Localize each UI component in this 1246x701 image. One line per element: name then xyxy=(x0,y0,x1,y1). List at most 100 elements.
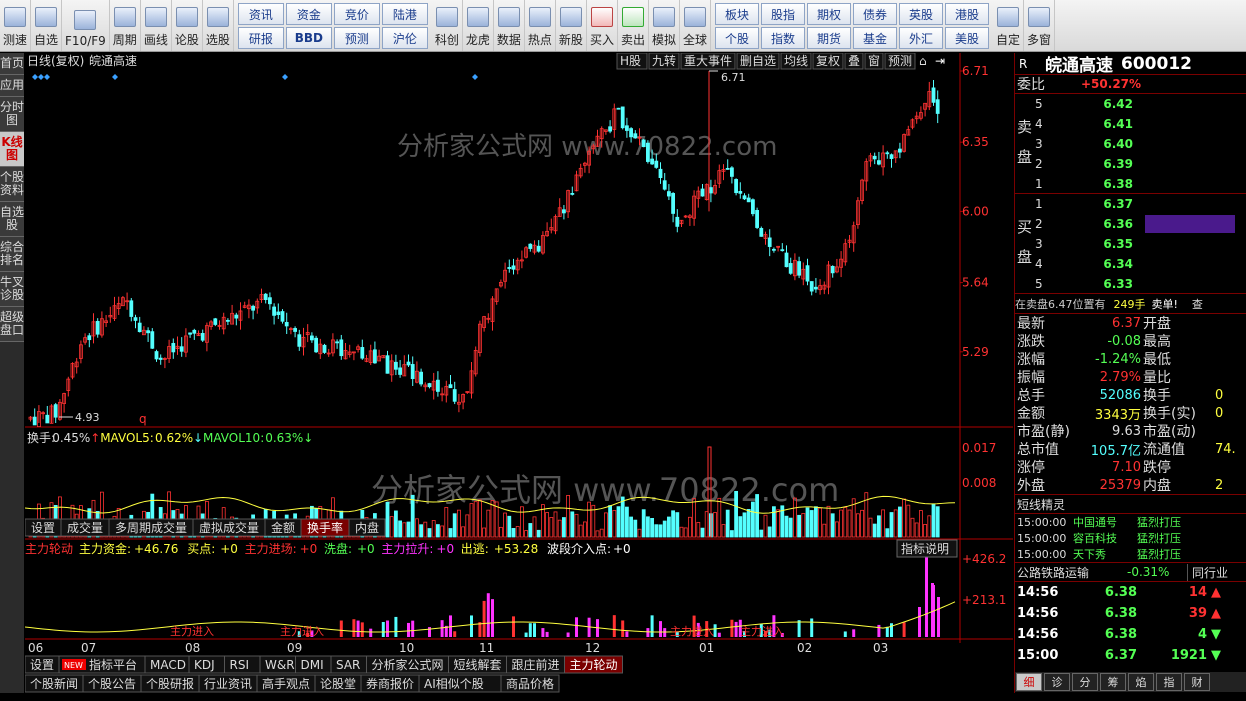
home-icon[interactable]: ⌂ xyxy=(919,54,927,68)
document-button[interactable]: F10/F9 xyxy=(62,0,110,51)
sell-level-row[interactable]: 1 6.38 xyxy=(1035,174,1246,194)
kline-chart-area[interactable]: 日线(复权) 皖通高速 H股 九转 重大事件 删自选 均线 复权叠窗预测 ⌂ ⇥ 6.71 6.35 6… xyxy=(24,52,1013,693)
info-grid-button[interactable]: 竞价 xyxy=(333,3,380,25)
sell-level-row[interactable]: 2 6.39 xyxy=(1035,154,1246,174)
left-tab-4[interactable]: 个股资料 xyxy=(0,167,24,202)
chart-menu-label: 均线 xyxy=(784,54,808,68)
candle-body xyxy=(755,210,759,228)
indicator-bar xyxy=(360,622,364,637)
chart-menu-label: H股 xyxy=(620,54,641,68)
market-grid-button[interactable]: 债券 xyxy=(853,3,897,25)
info-grid-button[interactable]: 资金 xyxy=(285,3,332,25)
low-price-label: 4.93 xyxy=(75,411,100,424)
candle-body xyxy=(641,139,646,148)
multi-window-button[interactable]: 多窗 xyxy=(1024,0,1056,51)
short-spirit-item[interactable]: 15:00:00 中国通号 猛烈打压 xyxy=(1015,514,1246,530)
indicator-bar xyxy=(650,615,654,637)
left-tab-6[interactable]: 综合排名 xyxy=(0,237,24,272)
indicator-bar xyxy=(486,593,490,637)
candle-body xyxy=(646,142,650,162)
news-tab-label: 个股研报 xyxy=(146,676,194,691)
left-tab-8[interactable]: 超级盘口 xyxy=(0,307,24,342)
speed-test-button[interactable]: 测速 xyxy=(0,0,32,51)
sell-button[interactable]: 卖出 xyxy=(618,0,649,51)
market-grid-button[interactable]: 期权 xyxy=(807,3,851,25)
same-industry-button[interactable]: 同行业 xyxy=(1187,563,1228,581)
left-tab-3[interactable]: K线图 xyxy=(0,132,24,167)
vol-tab-label: 成交量 xyxy=(67,520,103,535)
info-grid-button[interactable]: BBD xyxy=(285,27,332,49)
market-grid-button[interactable]: 港股 xyxy=(945,3,989,25)
pe-data-button[interactable]: 数据 xyxy=(494,0,525,51)
volume-bar xyxy=(751,501,755,538)
ipo-button[interactable]: 新股 xyxy=(556,0,587,51)
dragon-tiger-button[interactable]: 龙虎 xyxy=(463,0,494,51)
market-button-grid: 板块 股指 期权 债券 英股 港股个股 指数 期货 基金 外汇 美股 xyxy=(711,0,993,51)
indicator-bar xyxy=(528,623,532,637)
quote-tab-3[interactable]: 筹 xyxy=(1100,673,1126,691)
stat-value-2: 74. xyxy=(1215,441,1236,457)
left-tab-5[interactable]: 自选股 xyxy=(0,202,24,237)
star-button[interactable]: 自选 xyxy=(31,0,63,51)
arrow-down-icon: ▼ xyxy=(1211,627,1221,642)
market-grid-button[interactable]: 股指 xyxy=(761,3,805,25)
stat-row: 市盈(静) 9.63 市盈(动) xyxy=(1015,422,1246,441)
quote-tab-0[interactable]: 细 xyxy=(1016,673,1042,691)
info-grid-button[interactable]: 资讯 xyxy=(237,3,284,25)
quote-tab-5[interactable]: 指 xyxy=(1156,673,1182,691)
customize-button[interactable]: 自定 xyxy=(993,0,1025,51)
market-grid-button[interactable]: 美股 xyxy=(945,27,989,49)
discussion-button[interactable]: 论股 xyxy=(172,0,203,51)
buy-level-row[interactable]: 3 6.35 xyxy=(1035,234,1246,254)
globe-button[interactable]: 全球 xyxy=(680,0,711,51)
quote-tab-4[interactable]: 焰 xyxy=(1128,673,1154,691)
indicator-legend-value: +46.76 xyxy=(134,542,178,556)
kechuang-button[interactable]: 科创 xyxy=(432,0,463,51)
hot-button[interactable]: 热点 xyxy=(525,0,556,51)
short-spirit-item[interactable]: 15:00:00 容百科技 猛烈打压 xyxy=(1015,530,1246,546)
volume-bar xyxy=(830,513,835,538)
volume-bar xyxy=(814,506,818,538)
market-grid-button[interactable]: 板块 xyxy=(715,3,759,25)
left-tab-2[interactable]: 分时图 xyxy=(0,97,24,132)
toolbar-button-label: 模拟 xyxy=(651,33,676,47)
sell-level-row[interactable]: 4 6.41 xyxy=(1035,114,1246,134)
stock-picker-button[interactable]: 选股 xyxy=(203,0,234,51)
info-grid-button[interactable]: 沪伦 xyxy=(381,27,428,49)
info-grid-button[interactable]: 陆港 xyxy=(381,3,428,25)
left-tab-7[interactable]: 牛叉诊股 xyxy=(0,272,24,307)
market-grid-button[interactable]: 期货 xyxy=(807,27,851,49)
left-tab-1[interactable]: 应用 xyxy=(0,75,24,97)
indicator-legend-key: 主力进场: xyxy=(245,542,297,556)
candle-body xyxy=(511,265,516,270)
buy-level-row[interactable]: 2 6.36 xyxy=(1035,214,1246,234)
sell-level-row[interactable]: 5 6.42 xyxy=(1035,94,1246,114)
quote-tab-1[interactable]: 诊 xyxy=(1044,673,1070,691)
position-more-link[interactable]: 查 xyxy=(1192,296,1203,312)
short-spirit-item[interactable]: 15:00:00 天下秀 猛烈打压 xyxy=(1015,546,1246,562)
clock-button[interactable]: 周期 xyxy=(110,0,141,51)
sell-level-row[interactable]: 3 6.40 xyxy=(1035,134,1246,154)
expand-icon[interactable]: ⇥ xyxy=(935,54,945,68)
pencil-button[interactable]: 画线 xyxy=(141,0,172,51)
market-grid-button[interactable]: 英股 xyxy=(899,3,943,25)
market-grid-button[interactable]: 基金 xyxy=(853,27,897,49)
left-tab-0[interactable]: 首页 xyxy=(0,53,24,75)
left-vertical-tabs: 首页 应用 分时图 K线图 个股资料 自选股 综合排名 牛叉诊股 超级盘口 xyxy=(0,53,24,693)
info-grid-button[interactable]: 研报 xyxy=(237,27,284,49)
hammer-button[interactable]: 模拟 xyxy=(649,0,680,51)
quote-tab-6[interactable]: 财 xyxy=(1184,673,1210,691)
candle-body xyxy=(284,322,289,327)
buy-button[interactable]: 买入 xyxy=(587,0,618,51)
info-grid-button[interactable]: 预测 xyxy=(333,27,380,49)
buy-level-row[interactable]: 1 6.37 xyxy=(1035,194,1246,214)
month-axis-label: 11 xyxy=(479,641,494,655)
buy-level-row[interactable]: 5 6.33 xyxy=(1035,274,1246,294)
level-number: 5 xyxy=(1035,277,1043,291)
market-grid-button[interactable]: 外汇 xyxy=(899,27,943,49)
market-grid-button[interactable]: 指数 xyxy=(761,27,805,49)
quote-tab-2[interactable]: 分 xyxy=(1072,673,1098,691)
month-axis-label: 08 xyxy=(185,641,200,655)
market-grid-button[interactable]: 个股 xyxy=(715,27,759,49)
buy-level-row[interactable]: 4 6.34 xyxy=(1035,254,1246,274)
